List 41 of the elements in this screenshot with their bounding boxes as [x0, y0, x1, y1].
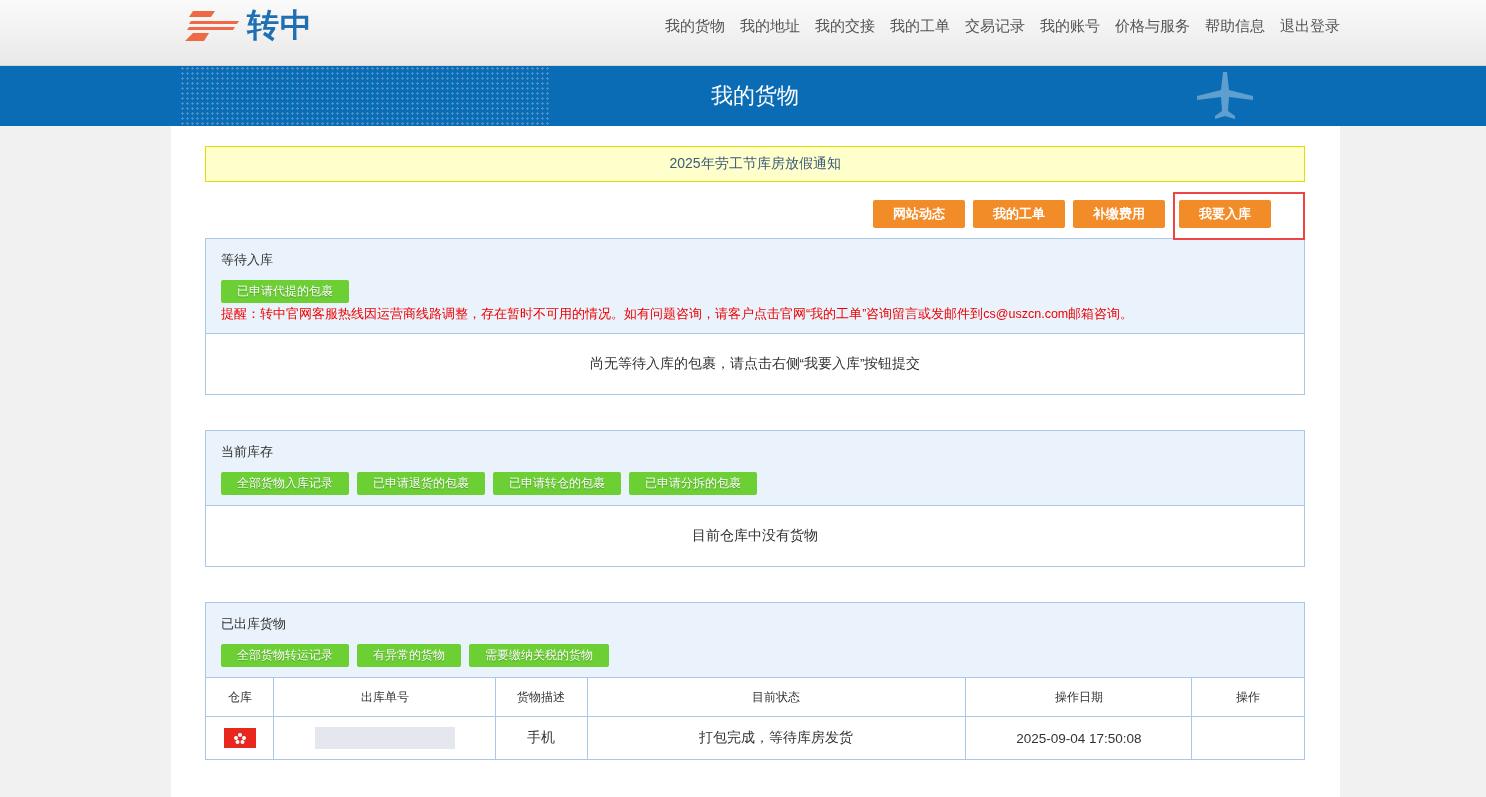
action-button[interactable]: 我要入库 — [1179, 200, 1271, 228]
reminder-text: 提醒：转中官网客服热线因运营商线路调整，存在暂时不可用的情况。如有问题咨询，请客户点击官网“我的工单”咨询留言或发邮件到cs@uszcn.com邮箱咨询。 — [221, 306, 1135, 323]
filter-button[interactable]: 已申请分拆的包裹 — [629, 472, 757, 495]
notice-link[interactable]: 2025年劳工节库房放假通知 — [205, 146, 1305, 182]
filter-button[interactable]: 已申请转仓的包裹 — [493, 472, 621, 495]
nav-link[interactable]: 价格与服务 — [1115, 16, 1190, 36]
column-header: 操作 — [1191, 678, 1304, 717]
nav-link[interactable]: 交易记录 — [965, 16, 1025, 36]
empty-message: 尚无等待入库的包裹，请点击右侧“我要入库”按钮提交 — [588, 355, 922, 373]
nav-link[interactable]: 我的工单 — [890, 16, 950, 36]
table-cell: 打包完成，等待库房发货 — [587, 716, 966, 759]
airplane-icon — [1195, 70, 1255, 122]
nav-link[interactable]: 我的交接 — [815, 16, 875, 36]
empty-message: 目前仓库中没有货物 — [691, 527, 819, 545]
filter-button[interactable]: 已申请退货的包裹 — [357, 472, 485, 495]
action-button[interactable]: 网站动态 — [873, 200, 965, 228]
table-cell: 手机 — [495, 716, 588, 759]
filter-button[interactable]: 需要缴纳关税的货物 — [469, 644, 609, 667]
column-header: 操作日期 — [965, 678, 1192, 717]
nav-link[interactable]: 退出登录 — [1280, 16, 1340, 36]
section-title: 当前库存 — [221, 443, 274, 461]
filter-button[interactable]: 有异常的货物 — [357, 644, 461, 667]
nav-link[interactable]: 帮助信息 — [1205, 16, 1265, 36]
column-header: 货物描述 — [495, 678, 588, 717]
nav-link[interactable]: 我的货物 — [665, 16, 725, 36]
filter-button[interactable]: 全部货物入库记录 — [221, 472, 349, 495]
section-title: 已出库货物 — [221, 615, 287, 633]
column-header: 仓库 — [206, 678, 274, 717]
section-title: 等待入库 — [221, 251, 274, 269]
filter-button[interactable]: 全部货物转运记录 — [221, 644, 349, 667]
nav-link[interactable]: 我的地址 — [740, 16, 800, 36]
flag-icon — [223, 728, 256, 748]
filter-button[interactable]: 已申请代提的包裹 — [221, 280, 349, 303]
action-button[interactable]: 我的工单 — [973, 200, 1065, 228]
page-title: 我的货物 — [711, 82, 799, 110]
nav-link[interactable]: 我的账号 — [1040, 16, 1100, 36]
column-header: 目前状态 — [587, 678, 966, 717]
column-header: 出库单号 — [273, 678, 496, 717]
action-button[interactable]: 补缴费用 — [1073, 200, 1165, 228]
table-cell: 2025-09-04 17:50:08 — [965, 716, 1192, 759]
logo-text: 转中 — [247, 6, 313, 45]
